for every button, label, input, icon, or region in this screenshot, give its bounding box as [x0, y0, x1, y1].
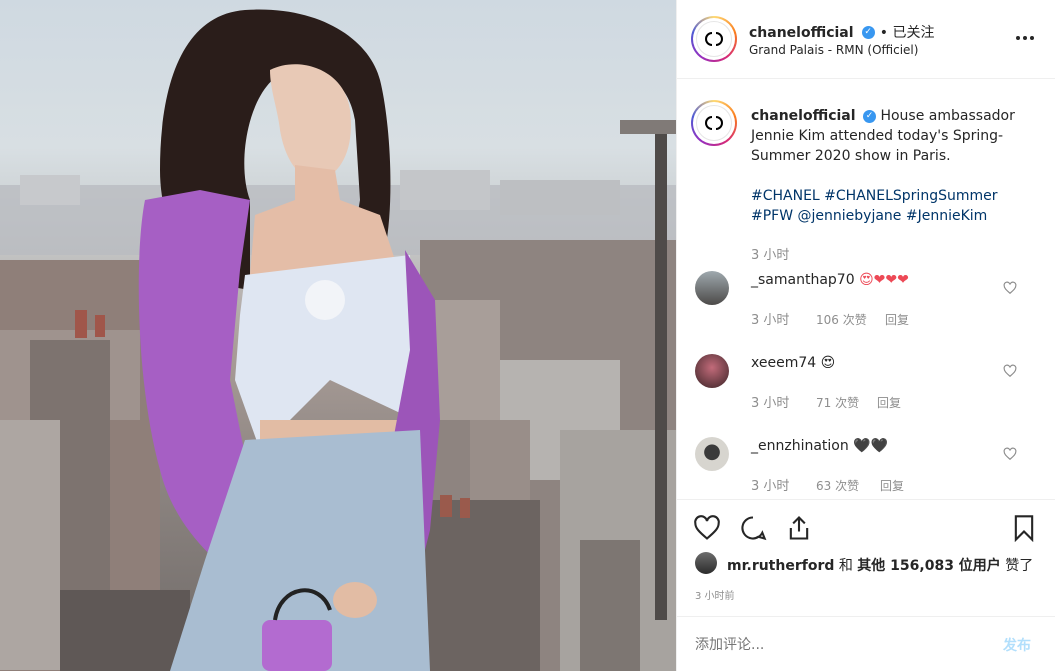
add-comment-bar: 发布 — [677, 616, 1055, 672]
post-detail-panel: chanelofficial ✓ • 已关注 Grand Palais - RM… — [676, 0, 1055, 671]
comment-username[interactable]: _samanthap70 — [751, 272, 855, 288]
post-location[interactable]: Grand Palais - RMN (Officiel) — [749, 43, 918, 57]
comment-likes[interactable]: 71 次赞 — [816, 394, 859, 411]
comment-likes[interactable]: 106 次赞 — [816, 311, 867, 328]
comment-time: 3 小时 — [751, 479, 790, 494]
more-options-icon[interactable] — [1013, 28, 1037, 48]
liker-username[interactable]: mr.rutherford — [727, 558, 834, 574]
caption-avatar[interactable] — [691, 100, 737, 146]
commenter-avatar[interactable] — [695, 271, 729, 305]
caption-hashtags-1[interactable]: #CHANEL #CHANELSpringSummer — [751, 186, 998, 206]
comment-text: 😍❤❤❤ — [859, 272, 909, 288]
comment-time: 3 小时 — [751, 396, 790, 411]
post-photo-illustration — [0, 9, 676, 671]
post-photo[interactable] — [0, 0, 676, 671]
post-actions: mr.rutherford 和 其他 156,083 位用户 赞了 3 小时前 — [677, 499, 1055, 625]
comment-reply-button[interactable]: 回复 — [885, 311, 909, 328]
commenter-avatar[interactable] — [695, 354, 729, 388]
comment-text: 😍 — [820, 355, 836, 371]
author-username[interactable]: chanelofficial — [749, 25, 854, 41]
post-comment-button[interactable]: 发布 — [1003, 635, 1031, 655]
comment-heart-icon[interactable] — [1003, 281, 1017, 295]
likes-connector: 和 — [838, 558, 853, 574]
comment-reply-button[interactable]: 回复 — [877, 394, 901, 411]
comment-heart-icon[interactable] — [1003, 447, 1017, 461]
bookmark-icon[interactable] — [1011, 514, 1037, 542]
chanel-logo-icon — [705, 116, 723, 130]
caption-time: 3 小时 — [751, 248, 790, 263]
comment-bubble-icon[interactable] — [739, 514, 767, 542]
likes-suffix: 赞了 — [1005, 558, 1034, 574]
comment-likes[interactable]: 63 次赞 — [816, 477, 859, 494]
commenter-avatar[interactable] — [695, 437, 729, 471]
share-icon[interactable] — [785, 514, 813, 542]
follow-status[interactable]: • 已关注 — [880, 25, 935, 41]
likes-summary: mr.rutherford 和 其他 156,083 位用户 赞了 — [727, 555, 1033, 575]
like-heart-icon[interactable] — [693, 514, 721, 542]
post-timestamp[interactable]: 3 小时前 — [695, 587, 735, 602]
comment-username[interactable]: _ennzhination — [751, 438, 849, 454]
comment-username[interactable]: xeeem74 — [751, 355, 816, 371]
comment-heart-icon[interactable] — [1003, 364, 1017, 378]
comment-time: 3 小时 — [751, 313, 790, 328]
caption-hashtags-2[interactable]: #PFW @jenniebyjane #JennieKim — [751, 206, 987, 226]
likes-count[interactable]: 其他 156,083 位用户 — [857, 558, 1001, 574]
add-comment-input[interactable] — [693, 633, 977, 657]
comment-reply-button[interactable]: 回复 — [880, 477, 904, 494]
caption-username[interactable]: chanelofficial — [751, 108, 856, 124]
chanel-logo-icon — [705, 32, 723, 46]
verified-badge-icon: ✓ — [861, 26, 875, 39]
verified-badge-icon: ✓ — [863, 109, 877, 123]
post-header: chanelofficial ✓ • 已关注 Grand Palais - RM… — [677, 0, 1055, 79]
comment-text: 🖤🖤 — [853, 438, 889, 454]
author-avatar[interactable] — [691, 16, 737, 62]
liker-avatar[interactable] — [695, 552, 717, 574]
